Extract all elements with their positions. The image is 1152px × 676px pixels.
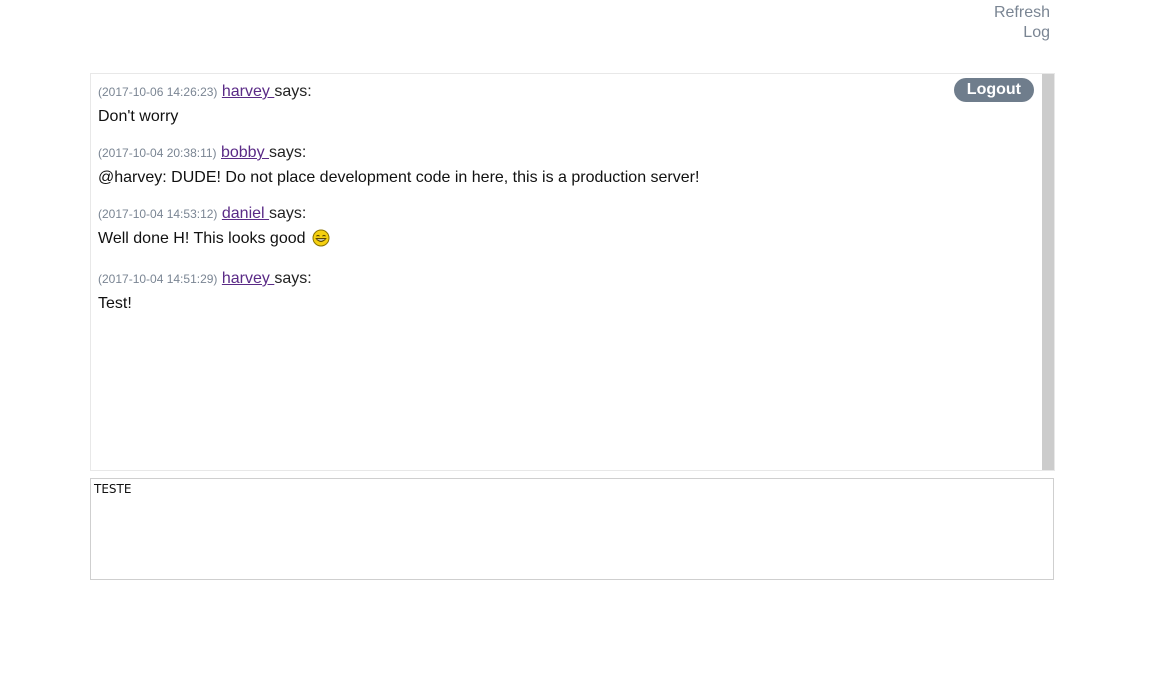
says-label: says:	[269, 205, 307, 222]
refresh-link[interactable]: Refresh	[994, 3, 1050, 23]
says-label: says:	[269, 144, 307, 161]
chat-message: (2017-10-04 14:53:12) daniel says: Well …	[98, 204, 998, 253]
username-link[interactable]: daniel	[222, 205, 269, 222]
smiley-icon	[312, 229, 330, 253]
says-label: says:	[274, 270, 312, 287]
chat-log[interactable]: Logout (2017-10-06 14:26:23) harvey says…	[90, 73, 1055, 471]
message-text: @harvey: DUDE! Do not place development …	[98, 169, 700, 186]
message-timestamp: (2017-10-04 14:51:29)	[98, 272, 218, 286]
chat-message: (2017-10-04 14:51:29) harvey says: Test!	[98, 269, 998, 314]
username-link[interactable]: harvey	[222, 270, 274, 287]
message-text-wrap: Well done H! This looks good	[98, 229, 998, 253]
username-link[interactable]: bobby	[221, 144, 269, 161]
message-input[interactable]: TESTE	[90, 478, 1054, 580]
message-timestamp: (2017-10-04 20:38:11)	[98, 146, 217, 160]
message-timestamp: (2017-10-04 14:53:12)	[98, 207, 218, 221]
says-label: says:	[274, 83, 312, 100]
chat-message: (2017-10-04 20:38:11) bobby says: @harve…	[98, 143, 998, 188]
username-link[interactable]: harvey	[222, 83, 274, 100]
message-list: (2017-10-06 14:26:23) harvey says: Don't…	[98, 82, 998, 330]
chat-scrollbar[interactable]	[1042, 74, 1054, 470]
message-text: Test!	[98, 295, 132, 312]
message-timestamp: (2017-10-06 14:26:23)	[98, 85, 218, 99]
top-links: Refresh Log	[994, 3, 1050, 43]
log-link[interactable]: Log	[994, 23, 1050, 43]
message-text: Well done H! This looks good	[98, 230, 310, 247]
chat-message: (2017-10-06 14:26:23) harvey says: Don't…	[98, 82, 998, 127]
message-text: Don't worry	[98, 108, 179, 125]
